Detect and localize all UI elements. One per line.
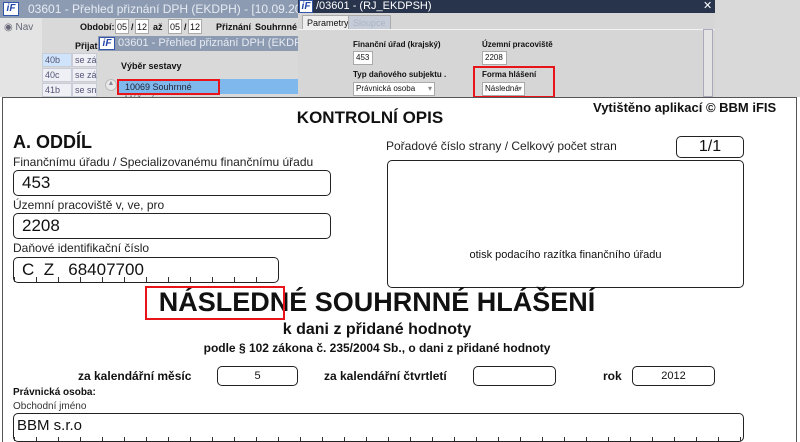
uzemni-input[interactable]: 2208 bbox=[482, 51, 507, 65]
quarter-field bbox=[473, 366, 556, 386]
up-field: 2208 bbox=[13, 213, 331, 239]
typ-label: Typ daňového subjektu . bbox=[353, 70, 447, 79]
doc-subtitle: k dani z přidané hodnoty bbox=[282, 321, 472, 338]
fu-field: 453 bbox=[13, 170, 331, 196]
forma-select[interactable]: Následná ▾ bbox=[482, 82, 525, 96]
to-year-field[interactable]: 12 bbox=[188, 19, 202, 34]
person-label: Právnická osoba: bbox=[13, 387, 96, 398]
period-label: Období: bbox=[80, 22, 115, 32]
fu-label: Finančnímu úřadu / Specializovanému fina… bbox=[13, 155, 314, 169]
dic-field: C Z 68407700 bbox=[13, 257, 279, 283]
to-label: až bbox=[153, 22, 163, 32]
month-field: 5 bbox=[217, 366, 298, 386]
tab-parametry[interactable]: Parametry bbox=[302, 15, 354, 30]
section-heading: A. ODDÍL bbox=[13, 132, 92, 152]
table-row[interactable]: 40c se zá bbox=[42, 68, 97, 82]
quarter-label: za kalendářní čtvrtletí bbox=[324, 369, 447, 383]
app-logo-icon: iF bbox=[299, 0, 313, 13]
fin-urad-label: Finanční úřad (krajský) bbox=[353, 40, 441, 49]
typ-select[interactable]: Právnická osoba ▾ bbox=[353, 82, 435, 96]
row-list: 40b se zá 40c se zá 41b se sn bbox=[42, 53, 97, 97]
page-label: Pořadové číslo strany / Celkový počet st… bbox=[386, 139, 617, 153]
mid-window-titlebar: 03601 - Přehled přiznání DPH (EKDPH) - [… bbox=[98, 36, 303, 51]
year-field: 2012 bbox=[632, 366, 715, 386]
uzemni-label: Územní pracoviště bbox=[482, 40, 553, 49]
month-label: za kalendářní měsíc bbox=[78, 369, 192, 383]
param-window-titlebar: /03601 - (RJ_EKDPSH) bbox=[298, 0, 715, 13]
selected-report-highlight: 10069 Souhrnné hlášení bbox=[117, 79, 220, 104]
dic-label: Daňové identifikační číslo bbox=[13, 241, 150, 255]
table-row[interactable]: 40b se zá bbox=[42, 53, 97, 67]
from-month-field[interactable]: 05 bbox=[115, 19, 129, 34]
nasledne-highlight bbox=[145, 286, 285, 320]
souhrnne-label: Souhrnné bbox=[255, 22, 297, 32]
close-icon[interactable]: ✕ bbox=[703, 0, 712, 13]
stamp-box: otisk podacího razítka finančního úřadu bbox=[387, 160, 744, 288]
fin-urad-input[interactable]: 453 bbox=[353, 51, 373, 65]
from-year-field[interactable]: 12 bbox=[135, 19, 149, 34]
printed-by: Vytištěno aplikací © BBM iFIS bbox=[593, 100, 777, 115]
tab-sloupce[interactable]: Sloupce bbox=[348, 15, 391, 30]
doc-law: podle § 102 zákona č. 235/2004 Sb., o da… bbox=[203, 341, 551, 355]
name-label: Obchodní jméno bbox=[13, 401, 87, 412]
app-logo-icon: iF bbox=[3, 2, 19, 16]
nav-label: Nav bbox=[15, 22, 34, 33]
back-window-titlebar: 03601 - Přehled přiznání DPH (EKDPH) - [… bbox=[0, 0, 300, 18]
chevron-down-icon: ▾ bbox=[427, 84, 432, 93]
section-label: Výběr sestavy bbox=[121, 61, 182, 71]
year-label: rok bbox=[603, 369, 622, 383]
priznani-label: Přiznání bbox=[216, 22, 252, 32]
prijati-label: Přijatí bbox=[75, 41, 101, 51]
table-row[interactable]: 41b se sn bbox=[42, 83, 97, 97]
doc-heading: NÁSLEDNÉ SOUHRNNÉ HLÁŠENÍ bbox=[158, 287, 596, 317]
scroll-up-icon[interactable]: ▲ bbox=[105, 79, 117, 91]
page-field: 1/1 bbox=[676, 136, 744, 158]
chevron-down-icon: ▾ bbox=[517, 84, 522, 93]
up-label: Územní pracoviště v, ve, pro bbox=[13, 198, 165, 212]
stamp-label: otisk podacího razítka finančního úřadu bbox=[469, 249, 662, 261]
scrollbar[interactable] bbox=[703, 29, 713, 97]
to-month-field[interactable]: 05 bbox=[168, 19, 182, 34]
app-logo-icon: iF bbox=[99, 37, 115, 50]
nav-panel[interactable]: ◉ Nav bbox=[0, 18, 42, 97]
name-field: BBM s.r.o bbox=[13, 413, 744, 442]
forma-label: Forma hlášení bbox=[482, 70, 537, 79]
